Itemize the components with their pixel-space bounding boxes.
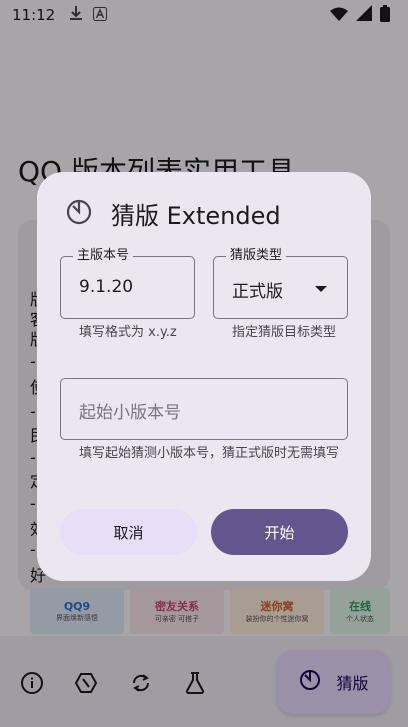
cancel-button[interactable]: 取消: [60, 509, 197, 555]
main-version-value: 9.1.20: [79, 277, 134, 297]
guess-type-dropdown[interactable]: 猜版类型 正式版: [213, 248, 348, 319]
start-minor-version-placeholder: 起始小版本号: [79, 403, 181, 423]
dialog-title: 猜版 Extended: [111, 202, 281, 230]
timer-icon: [65, 198, 93, 226]
dropdown-arrow-icon: [315, 286, 327, 292]
start-minor-version-helper: 填写起始猜测小版本号，猜正式版时无需填写: [79, 446, 340, 461]
main-version-field[interactable]: 主版本号 9.1.20: [60, 248, 195, 319]
guess-type-value: 正式版: [232, 282, 283, 302]
guess-type-helper: 指定猜版目标类型: [232, 325, 337, 340]
start-button[interactable]: 开始: [211, 509, 348, 555]
guess-type-label: 猜版类型: [226, 248, 287, 264]
guess-version-dialog: 猜版 Extended 主版本号 9.1.20 填写格式为 x.y.z 猜版类型…: [37, 172, 371, 581]
main-version-helper: 填写格式为 x.y.z: [79, 325, 177, 340]
start-minor-version-field[interactable]: 起始小版本号: [60, 378, 348, 440]
main-version-label: 主版本号: [73, 248, 134, 264]
